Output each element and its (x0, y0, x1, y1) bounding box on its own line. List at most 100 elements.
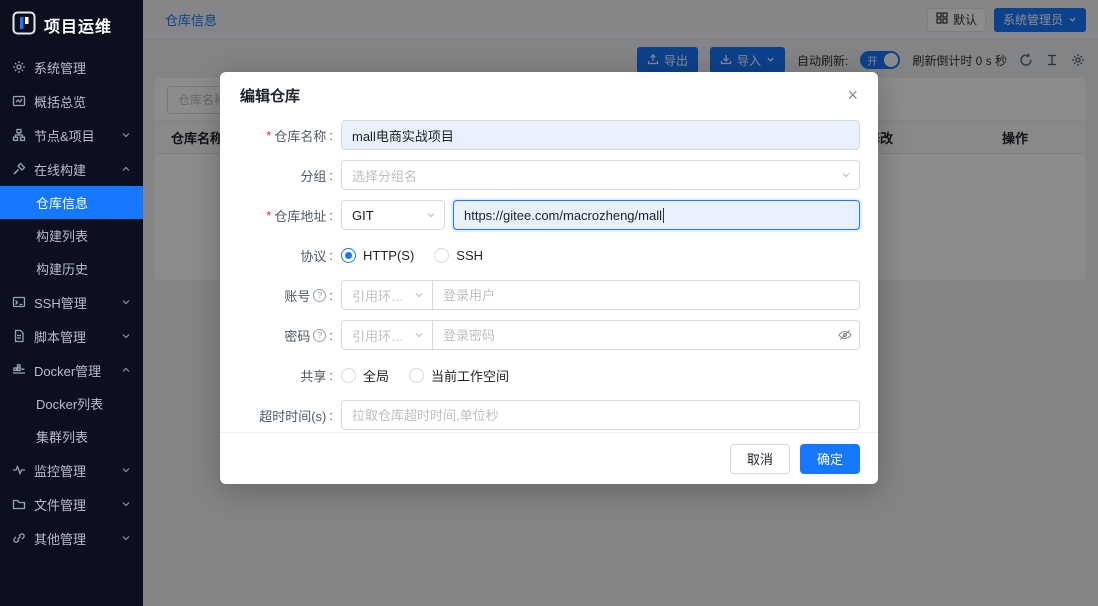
sidebar-subitem-build-list[interactable]: 构建列表 (0, 219, 143, 252)
group-select-placeholder: 选择分组名 (352, 168, 418, 184)
sidebar-subitem-repo-info[interactable]: 仓库信息 (0, 186, 143, 219)
sidebar-item-monitor[interactable]: 监控管理 (0, 453, 143, 487)
radio-label: 全局 (363, 368, 390, 384)
screen: 项目运维 系统管理 概括总览 节点&项目 在线构建 仓库信息 构建列表 构建历史 (0, 0, 1098, 606)
label-text: 仓库地址 (274, 208, 327, 224)
required-mark: * (266, 207, 272, 223)
group-select[interactable]: 选择分组名 (341, 160, 860, 190)
group-label: 分组 : (226, 166, 341, 185)
form-row-account: 账号 ? : 引用环境... (226, 280, 860, 310)
radio-unchecked-icon (341, 367, 356, 383)
label-text: 协议 (300, 248, 327, 264)
account-input[interactable] (432, 280, 860, 310)
question-circle-icon: ? (313, 328, 327, 342)
repo-type-value: GIT (352, 207, 374, 223)
chevron-down-icon (121, 297, 131, 307)
sidebar-item-other[interactable]: 其他管理 (0, 521, 143, 555)
label-colon: : (329, 407, 333, 423)
chevron-down-icon (414, 330, 424, 340)
sidebar-subitem-label: 集群列表 (36, 430, 89, 445)
radio-unchecked-icon (409, 367, 425, 383)
sidebar-subitem-cluster-list[interactable]: 集群列表 (0, 420, 143, 453)
radio-checked-icon (341, 247, 356, 263)
eye-off-icon[interactable] (838, 328, 852, 342)
label-colon: : (329, 167, 333, 183)
dashboard-icon (12, 94, 26, 108)
chevron-down-icon (426, 210, 436, 220)
nodes-icon (12, 128, 26, 142)
protocol-http-radio[interactable]: HTTP(S) (341, 247, 414, 263)
build-icon (12, 162, 26, 176)
label-colon: : (329, 247, 333, 263)
repo-name-input[interactable]: mall电商实战项目 (341, 120, 860, 150)
sidebar-item-files[interactable]: 文件管理 (0, 487, 143, 521)
sidebar-item-ssh[interactable]: SSH管理 (0, 285, 143, 319)
sidebar: 项目运维 系统管理 概括总览 节点&项目 在线构建 仓库信息 构建列表 构建历史 (0, 0, 143, 606)
chevron-down-icon (841, 170, 851, 180)
sidebar-subitem-label: Docker列表 (36, 397, 104, 412)
modal-body: * 仓库名称 : mall电商实战项目 分组 : 选择分组名 * 仓库地址: … (220, 116, 878, 430)
timeout-label: 超时时间(s) : (226, 406, 341, 425)
sidebar-item-label: SSH管理 (34, 295, 87, 311)
label-text: 超时时间(s) (259, 408, 327, 424)
share-workspace-radio[interactable]: 当前工作空间 (409, 366, 509, 385)
gear-icon (12, 60, 26, 74)
sidebar-item-label: 系统管理 (34, 60, 87, 76)
sidebar-subitem-docker-list[interactable]: Docker列表 (0, 387, 143, 420)
sidebar-item-system[interactable]: 系统管理 (0, 50, 143, 84)
modal-title: 编辑仓库 (240, 88, 301, 105)
label-colon: : (329, 327, 333, 343)
password-env-select[interactable]: 引用环境... (341, 320, 433, 350)
app-title: 项目运维 (44, 19, 113, 36)
repo-name-value: mall电商实战项目 (352, 128, 454, 144)
cancel-button[interactable]: 取消 (729, 443, 790, 474)
chevron-up-icon (121, 365, 131, 375)
required-mark: * (266, 127, 272, 143)
sidebar-item-label: 脚本管理 (34, 329, 87, 345)
repo-name-label: * 仓库名称 : (226, 126, 341, 145)
password-env-placeholder: 引用环境... (352, 328, 410, 344)
sidebar-item-label: 其他管理 (34, 531, 87, 547)
password-input[interactable] (432, 320, 860, 350)
radio-label: 当前工作空间 (431, 368, 510, 384)
repo-type-select[interactable]: GIT (341, 200, 445, 230)
sidebar-item-overview[interactable]: 概括总览 (0, 84, 143, 118)
account-env-placeholder: 引用环境... (352, 288, 410, 304)
docker-icon (12, 363, 26, 377)
sidebar-item-docker[interactable]: Docker管理 (0, 353, 143, 387)
protocol-ssh-radio[interactable]: SSH (434, 247, 484, 263)
form-row-share: 共享 : 全局 当前工作空间 (226, 360, 860, 390)
chevron-down-icon (121, 130, 131, 140)
sidebar-item-script[interactable]: 脚本管理 (0, 319, 143, 353)
label-text: 密码 (284, 328, 311, 344)
chevron-down-icon (121, 499, 131, 509)
sidebar-subitem-build-history[interactable]: 构建历史 (0, 252, 143, 285)
chevron-up-icon (121, 164, 131, 174)
modal-header: 编辑仓库 (220, 72, 878, 116)
repo-url-input[interactable]: https://gitee.com/macrozheng/mall (453, 200, 860, 230)
share-global-radio[interactable]: 全局 (341, 366, 389, 385)
sidebar-item-label: 节点&项目 (34, 128, 95, 144)
form-row-repo-url: * 仓库地址 : GIT https://gitee.com/macrozhen… (226, 200, 860, 230)
sidebar-item-label: Docker管理 (34, 363, 102, 379)
form-row-group: 分组 : 选择分组名 (226, 160, 860, 190)
sidebar-item-label: 文件管理 (34, 497, 87, 513)
logo-row: 项目运维 (0, 0, 143, 50)
modal-footer: 取消 确定 (220, 432, 878, 484)
sidebar-subitem-label: 构建历史 (36, 262, 89, 277)
repo-url-value: https://gitee.com/macrozheng/mall (464, 207, 662, 223)
timeout-input[interactable] (341, 400, 860, 430)
label-text: 账号 (284, 288, 311, 304)
sidebar-item-label: 监控管理 (34, 463, 87, 479)
close-icon[interactable]: × (843, 82, 862, 108)
account-env-select[interactable]: 引用环境... (341, 280, 433, 310)
sidebar-subitem-label: 仓库信息 (36, 196, 89, 211)
folder-icon (12, 497, 26, 511)
sidebar-item-nodes[interactable]: 节点&项目 (0, 118, 143, 152)
confirm-button[interactable]: 确定 (799, 443, 860, 474)
account-label: 账号 ? : (226, 286, 341, 305)
radio-label: SSH (456, 247, 484, 263)
link-icon (12, 531, 26, 545)
monitor-pulse-icon (12, 463, 26, 477)
sidebar-item-build[interactable]: 在线构建 (0, 152, 143, 186)
